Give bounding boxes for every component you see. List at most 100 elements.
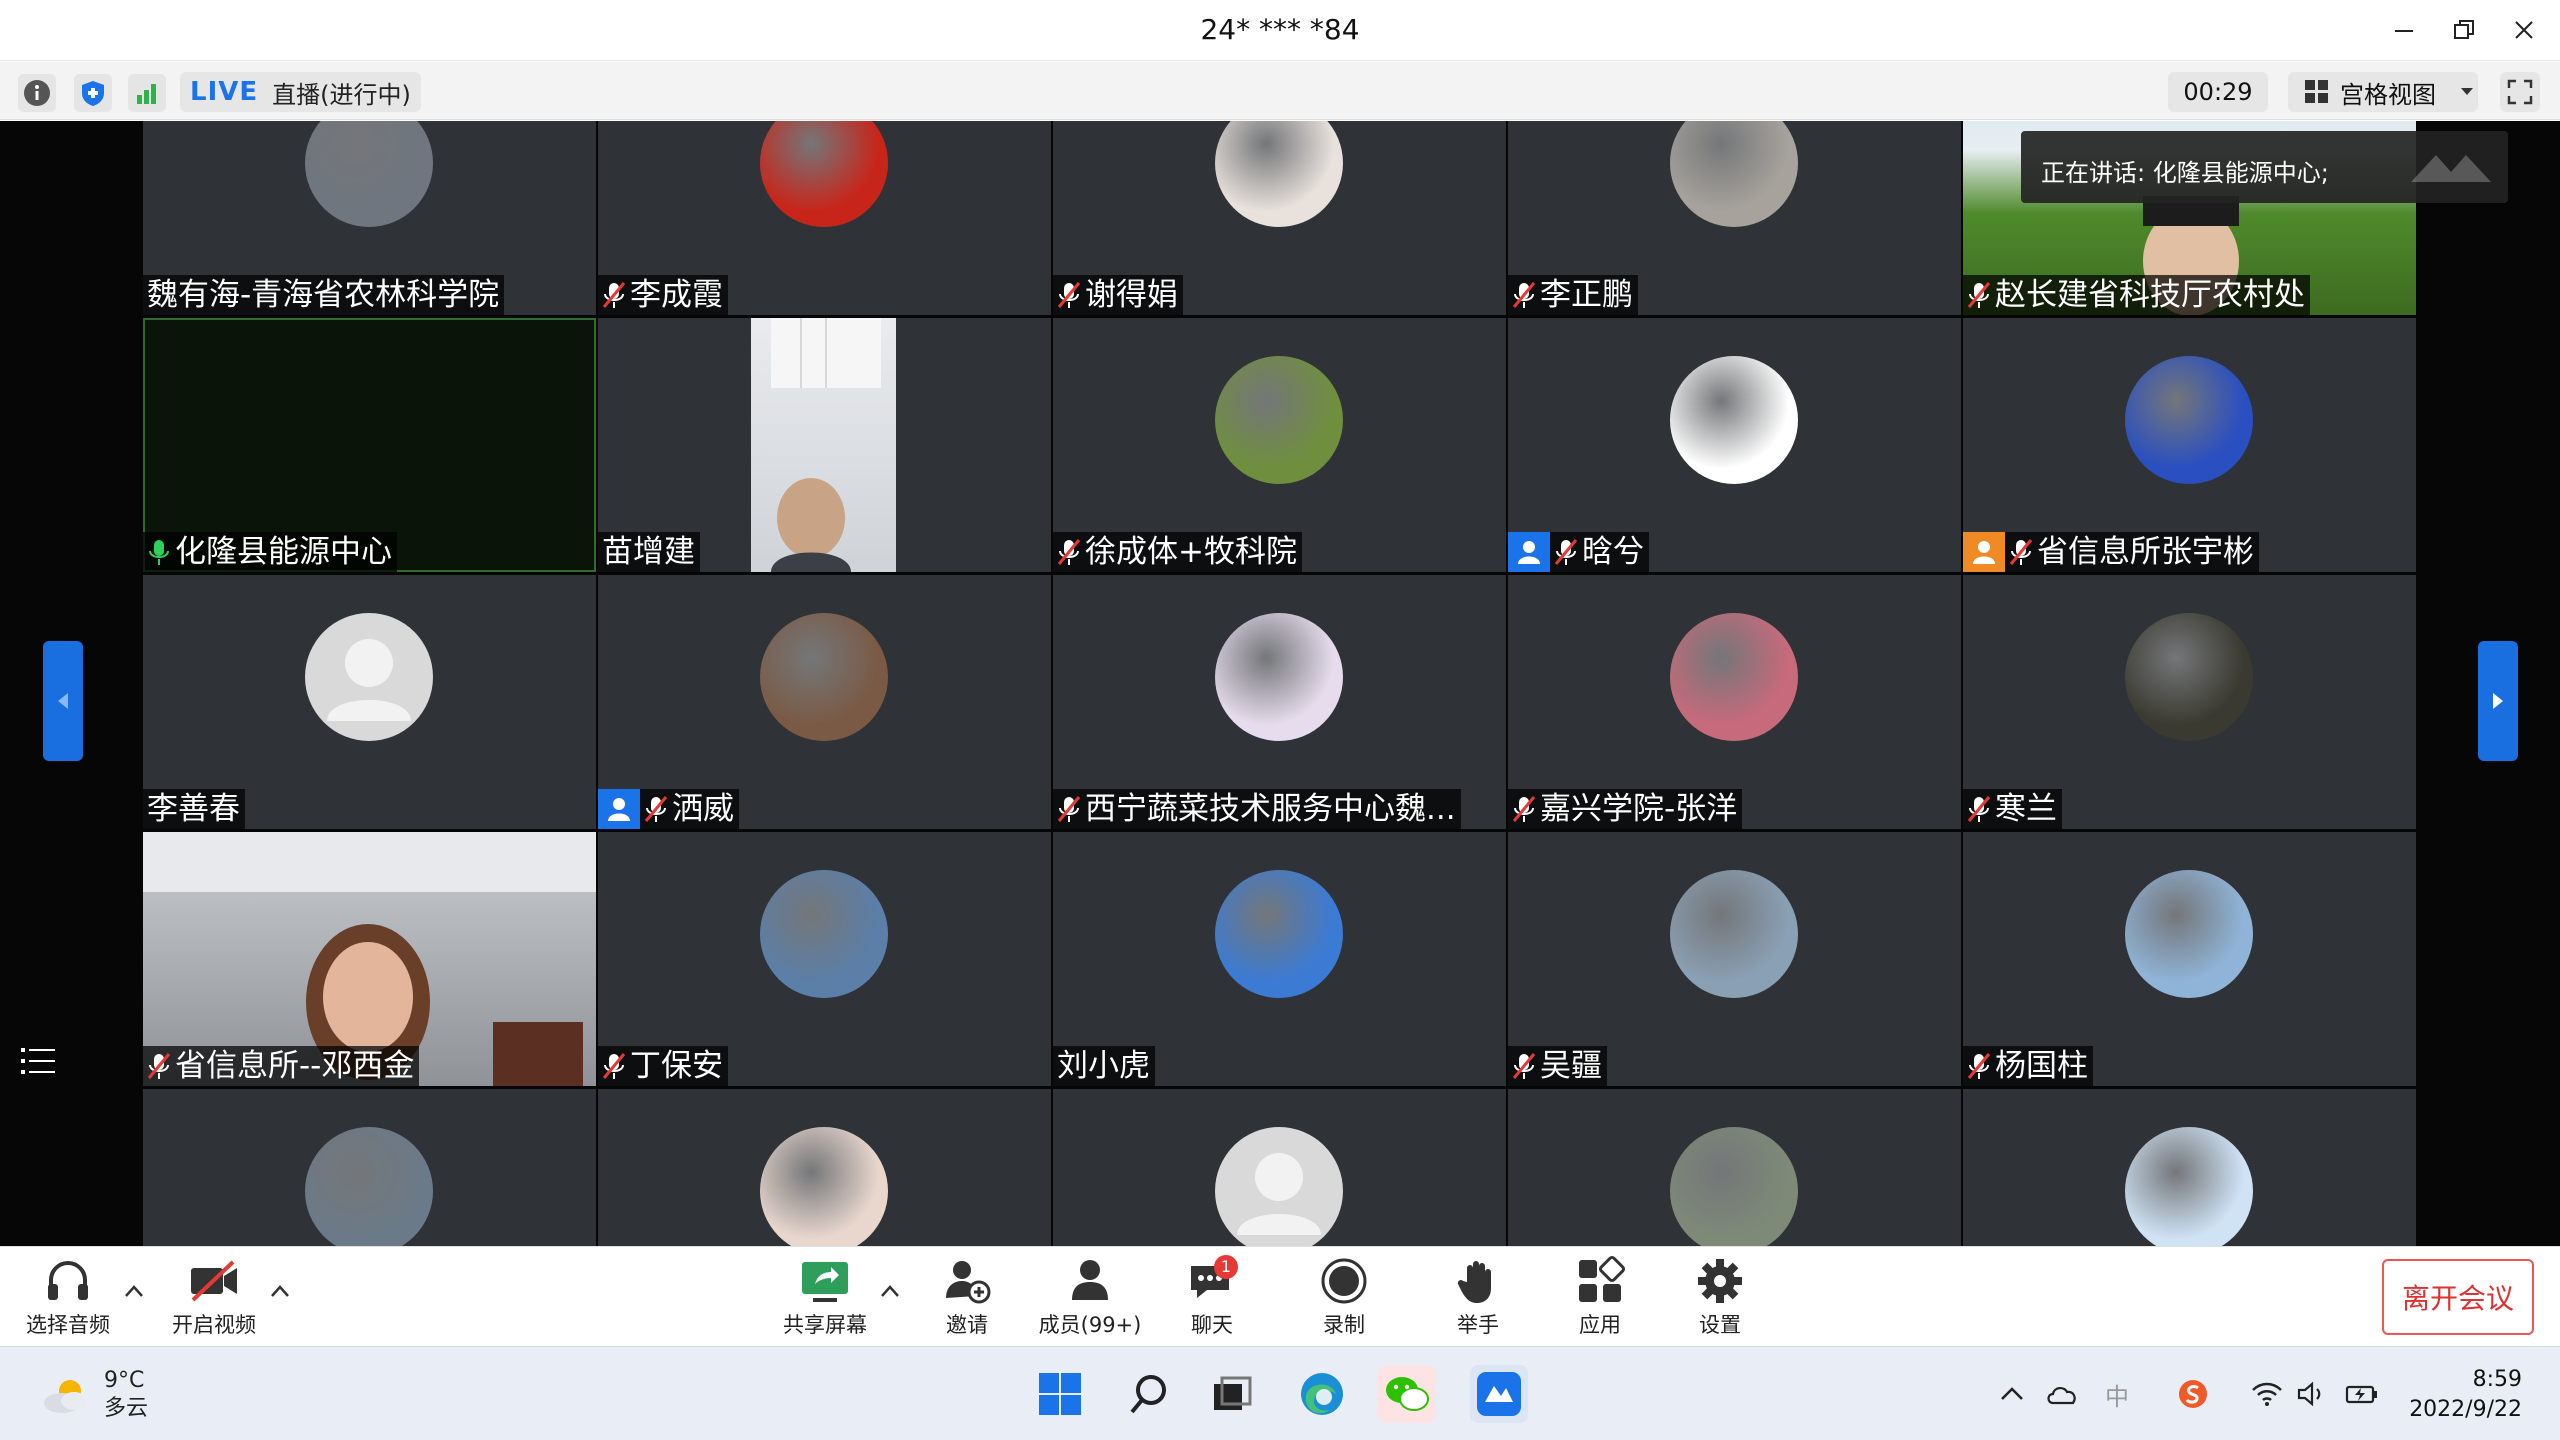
list-icon <box>21 1048 55 1074</box>
meeting-app-button[interactable] <box>1470 1365 1528 1423</box>
participant-name: 刘小虎 <box>1057 1048 1150 1084</box>
edge-browser-icon <box>1301 1373 1343 1415</box>
participant-tile[interactable]: 晗兮 <box>1508 318 1961 572</box>
participant-tile[interactable]: 丁保安 <box>598 832 1051 1086</box>
network-quality-button[interactable] <box>128 74 166 112</box>
mic-muted-icon <box>602 1051 626 1081</box>
participant-tile[interactable]: 李善春 <box>143 575 596 829</box>
weather-widget[interactable]: 9°C 多云 <box>40 1367 148 1423</box>
participant-tile[interactable]: 刘小虎 <box>1053 832 1506 1086</box>
participant-tile[interactable]: 洒威 <box>598 575 1051 829</box>
speaking-text: 正在讲话: 化隆县能源中心; <box>2041 159 2329 187</box>
blue-bear-avatar <box>2125 356 2253 484</box>
apps-icon <box>1579 1256 1625 1302</box>
wifi-tray[interactable] <box>2250 1377 2284 1411</box>
mic-muted-icon <box>1967 280 1991 310</box>
battery-tray[interactable] <box>2345 1377 2379 1411</box>
participant-tile[interactable]: 李成霞 <box>598 121 1051 315</box>
members-label: 成员(99+) <box>1038 1313 1142 1337</box>
windows-icon <box>1039 1373 1081 1415</box>
participant-tile[interactable]: 吴疆 <box>1508 832 1961 1086</box>
close-button[interactable] <box>2504 10 2544 50</box>
morel-mushroom-avatar <box>760 613 888 741</box>
participant-tile[interactable] <box>1508 1089 1961 1246</box>
view-mode-dropdown[interactable]: 宫格视图 <box>2288 72 2478 112</box>
info-button[interactable] <box>18 74 56 112</box>
taskbar-search-button[interactable] <box>1120 1365 1178 1423</box>
participant-tile[interactable]: 李正鹏 <box>1508 121 1961 315</box>
leave-meeting-button[interactable]: 离开会议 <box>2382 1259 2534 1335</box>
onedrive-tray[interactable] <box>2045 1377 2079 1411</box>
participant-tile[interactable] <box>598 1089 1051 1246</box>
tulips-avatar <box>1670 613 1798 741</box>
woman-portrait-avatar <box>760 1127 888 1246</box>
system-clock[interactable]: 8:59 2022/9/22 <box>2400 1365 2522 1425</box>
hills-avatar <box>1670 1127 1798 1246</box>
meeting-app-icon <box>1477 1372 1521 1416</box>
user-role-icon <box>1508 532 1550 572</box>
participant-tile[interactable] <box>143 1089 596 1246</box>
girl-purple-avatar <box>1215 613 1343 741</box>
participant-tile[interactable]: 杨国柱 <box>1963 832 2416 1086</box>
settings-button[interactable]: 设置 <box>1660 1255 1780 1339</box>
video-stage: 魏有海-青海省农林科学院 李成霞 谢得娟 李正鹏 赵长建省科技厅农村处化隆县能源中心 苗增… <box>0 121 2560 1246</box>
participant-tile[interactable]: 西宁蔬菜技术服务中心魏... <box>1053 575 1506 829</box>
audio-options-caret[interactable] <box>124 1279 148 1303</box>
participant-tile[interactable]: 徐成体+牧科院 <box>1053 318 1506 572</box>
wechat-button[interactable] <box>1378 1365 1436 1423</box>
default-avatar <box>1215 1127 1343 1246</box>
speaker-icon <box>2297 1381 2321 1407</box>
participant-tile[interactable]: 嘉兴学院-张洋 <box>1508 575 1961 829</box>
restore-button[interactable] <box>2444 10 2484 50</box>
participant-name: 吴疆 <box>1540 1048 1602 1084</box>
participant-namebar: 苗增建 <box>598 532 700 572</box>
volume-tray[interactable] <box>2295 1377 2329 1411</box>
participant-list-toggle[interactable] <box>18 1041 58 1081</box>
next-page-button[interactable] <box>2478 641 2518 761</box>
ime-indicator[interactable]: 中 <box>2100 1377 2134 1411</box>
record-label: 录制 <box>1323 1313 1365 1337</box>
default-avatar <box>305 613 433 741</box>
video-button[interactable]: 开启视频 <box>154 1255 274 1339</box>
mic-muted-icon <box>602 280 626 310</box>
coastal-town-avatar <box>760 870 888 998</box>
security-button[interactable] <box>74 74 112 112</box>
task-view-button[interactable] <box>1203 1365 1261 1423</box>
raise-hand-icon <box>1457 1261 1491 1303</box>
participant-tile[interactable]: 寒兰 <box>1963 575 2416 829</box>
participant-namebar: 赵长建省科技厅农村处 <box>1963 275 2310 315</box>
participant-tile[interactable]: 化隆县能源中心 <box>143 318 596 572</box>
audio-button[interactable]: 选择音频 <box>8 1255 128 1339</box>
live-status[interactable]: LIVE 直播(进行中) <box>180 72 421 112</box>
chevron-left-icon <box>58 693 68 709</box>
share-options-caret[interactable] <box>880 1279 904 1303</box>
invite-label: 邀请 <box>946 1313 988 1337</box>
boy-yellow-avatar <box>2125 870 2253 998</box>
participant-name: 西宁蔬菜技术服务中心魏... <box>1085 791 1456 827</box>
start-button[interactable] <box>1031 1365 1089 1423</box>
raise-hand-button[interactable]: 举手 <box>1418 1255 1538 1339</box>
chat-button[interactable]: 1 聊天 <box>1152 1255 1272 1339</box>
participant-tile[interactable]: 省信息所--邓西金 <box>143 832 596 1086</box>
apps-button[interactable]: 应用 <box>1540 1255 1660 1339</box>
edge-browser-button[interactable] <box>1293 1365 1351 1423</box>
invite-button[interactable]: 邀请 <box>907 1255 1027 1339</box>
participant-tile[interactable]: 省信息所张宇彬 <box>1963 318 2416 572</box>
mic-muted-icon <box>147 1051 171 1081</box>
record-button[interactable]: 录制 <box>1284 1255 1404 1339</box>
participant-tile[interactable] <box>1053 1089 1506 1246</box>
participant-namebar: 省信息所--邓西金 <box>143 1046 420 1086</box>
participant-tile[interactable] <box>1963 1089 2416 1246</box>
prev-page-button[interactable] <box>43 641 83 761</box>
participant-tile[interactable]: 魏有海-青海省农林科学院 <box>143 121 596 315</box>
share-screen-button[interactable]: 共享屏幕 <box>765 1255 885 1339</box>
minimize-button[interactable] <box>2384 10 2424 50</box>
participant-tile[interactable]: 苗增建 <box>598 318 1051 572</box>
members-button[interactable]: 成员(99+) <box>1030 1255 1150 1339</box>
video-options-caret[interactable] <box>270 1279 294 1303</box>
fullscreen-button[interactable] <box>2500 72 2540 112</box>
tray-overflow-button[interactable] <box>1995 1377 2029 1411</box>
sogou-ime-tray[interactable] <box>2176 1377 2210 1411</box>
participant-tile[interactable]: 谢得娟 <box>1053 121 1506 315</box>
participant-name: 晗兮 <box>1582 534 1644 570</box>
